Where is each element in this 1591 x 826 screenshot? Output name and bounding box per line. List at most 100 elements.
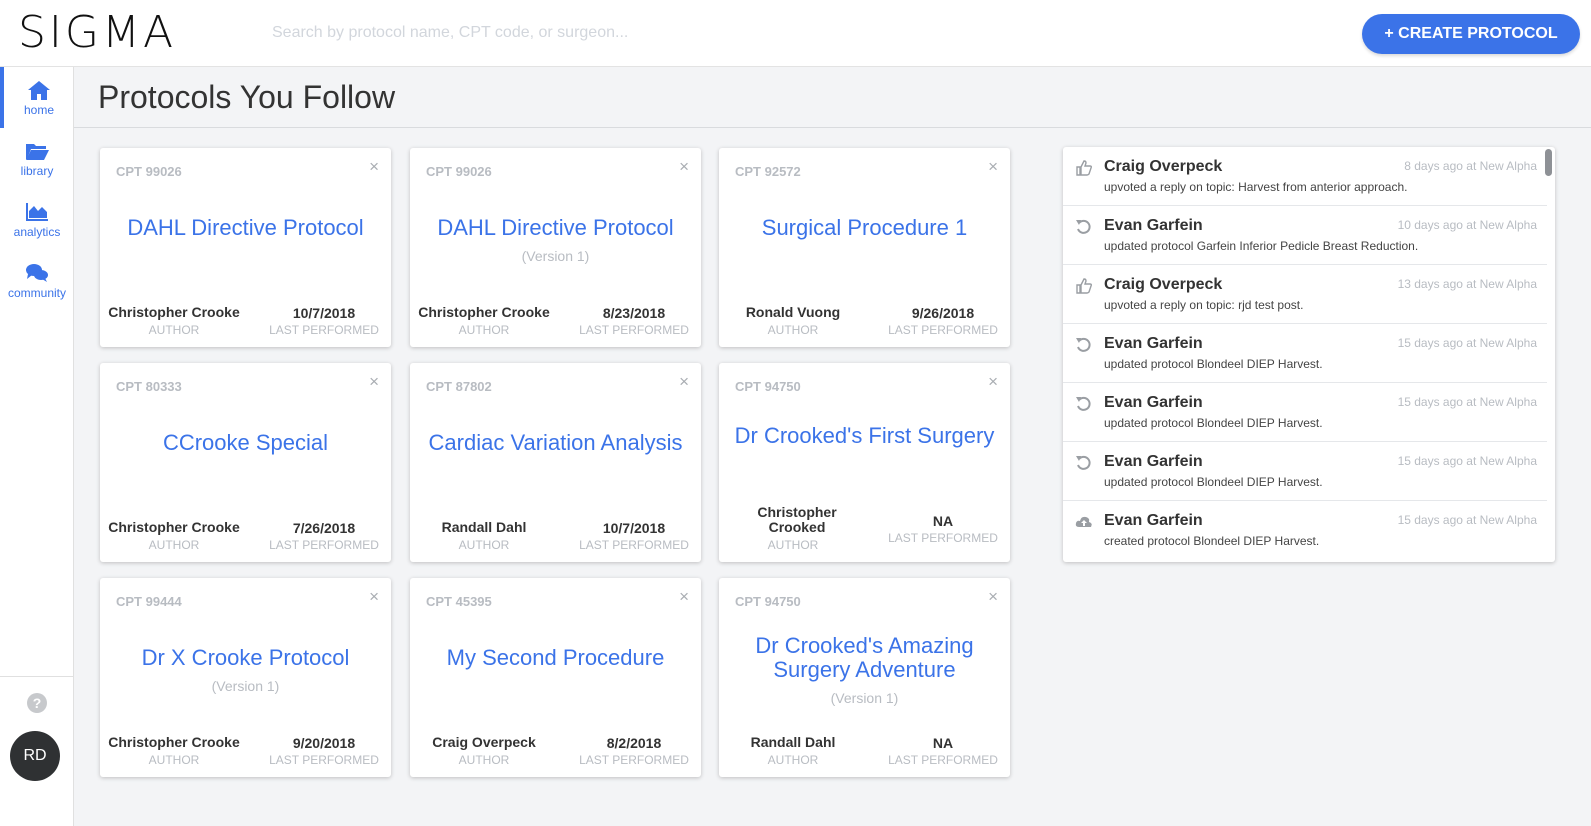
feed-user-name[interactable]: Evan Garfein bbox=[1104, 394, 1203, 412]
feed-user-name[interactable]: Craig Overpeck bbox=[1104, 158, 1222, 176]
home-icon bbox=[28, 81, 50, 100]
close-icon[interactable]: × bbox=[988, 587, 998, 607]
feed-timestamp: 10 days ago at New Alpha bbox=[1397, 218, 1537, 232]
sidebar-item-home[interactable]: home bbox=[0, 67, 74, 128]
protocol-title[interactable]: CCrooke Special bbox=[112, 431, 379, 455]
close-icon[interactable]: × bbox=[369, 587, 379, 607]
avatar[interactable]: RD bbox=[10, 731, 60, 781]
feed-user-name[interactable]: Evan Garfein bbox=[1104, 335, 1203, 353]
feed-timestamp: 13 days ago at New Alpha bbox=[1397, 277, 1537, 291]
area-chart-icon bbox=[26, 203, 48, 221]
sidebar-item-label: community bbox=[7, 286, 66, 300]
protocol-card[interactable]: CPT 99026 × DAHL Directive Protocol Chri… bbox=[100, 148, 391, 347]
feed-description: upvoted a reply on topic: Harvest from a… bbox=[1104, 180, 1408, 194]
protocol-title[interactable]: Surgical Procedure 1 bbox=[731, 216, 998, 240]
author-label: AUTHOR bbox=[458, 753, 510, 767]
protocol-title[interactable]: My Second Procedure bbox=[422, 646, 689, 670]
thumbs-up-icon bbox=[1076, 278, 1093, 294]
author-label: AUTHOR bbox=[148, 538, 200, 552]
protocol-title[interactable]: Dr Crooked's First Surgery bbox=[731, 424, 998, 448]
cpt-code: CPT 45395 bbox=[426, 594, 492, 609]
last-performed-label: LAST PERFORMED bbox=[269, 323, 379, 337]
cpt-code: CPT 99026 bbox=[116, 164, 182, 179]
feed-description: updated protocol Blondeel DIEP Harvest. bbox=[1104, 475, 1323, 489]
sidebar-item-analytics[interactable]: analytics bbox=[0, 189, 74, 247]
protocol-title[interactable]: DAHL Directive Protocol bbox=[422, 216, 689, 240]
sidebar-item-label: library bbox=[20, 164, 54, 178]
feed-item[interactable]: Craig Overpeck upvoted a reply on topic:… bbox=[1063, 265, 1547, 324]
protocol-version: (Version 1) bbox=[211, 678, 280, 694]
feed-description: created protocol Blondeel DIEP Harvest. bbox=[1104, 534, 1320, 548]
feed-item[interactable]: Evan Garfein updated protocol Garfein In… bbox=[1063, 206, 1547, 265]
cpt-code: CPT 99026 bbox=[426, 164, 492, 179]
history-icon bbox=[1076, 455, 1091, 470]
feed-user-name[interactable]: Craig Overpeck bbox=[1104, 276, 1222, 294]
title-bar: Protocols You Follow bbox=[74, 67, 1591, 128]
history-icon bbox=[1076, 337, 1091, 352]
close-icon[interactable]: × bbox=[679, 157, 689, 177]
last-performed-date: NA bbox=[932, 735, 954, 751]
last-performed-date: 10/7/2018 bbox=[602, 520, 666, 536]
close-icon[interactable]: × bbox=[679, 372, 689, 392]
author-label: AUTHOR bbox=[767, 538, 819, 552]
protocol-title[interactable]: DAHL Directive Protocol bbox=[112, 216, 379, 240]
feed-timestamp: 15 days ago at New Alpha bbox=[1397, 336, 1537, 350]
feed-item[interactable]: Evan Garfein created protocol Blondeel D… bbox=[1063, 501, 1547, 560]
feed-scrollbar[interactable] bbox=[1545, 149, 1552, 176]
last-performed-label: LAST PERFORMED bbox=[888, 753, 998, 767]
author-label: AUTHOR bbox=[458, 323, 510, 337]
feed-item[interactable]: Craig Overpeck upvoted a reply on topic:… bbox=[1063, 147, 1547, 206]
feed-user-name[interactable]: Evan Garfein bbox=[1104, 512, 1203, 530]
author-name: Christopher Crooke bbox=[108, 304, 240, 320]
close-icon[interactable]: × bbox=[369, 157, 379, 177]
sigma-logo[interactable]: SIGMA bbox=[18, 10, 176, 56]
last-performed-date: 8/23/2018 bbox=[602, 305, 666, 321]
feed-item[interactable]: Evan Garfein updated protocol Blondeel D… bbox=[1063, 324, 1547, 383]
close-icon[interactable]: × bbox=[988, 372, 998, 392]
feed-timestamp: 15 days ago at New Alpha bbox=[1397, 395, 1537, 409]
protocol-card[interactable]: CPT 99026 × DAHL Directive Protocol (Ver… bbox=[410, 148, 701, 347]
feed-timestamp: 15 days ago at New Alpha bbox=[1397, 454, 1537, 468]
search-input[interactable] bbox=[272, 18, 972, 48]
top-header: SIGMA + CREATE PROTOCOL bbox=[0, 0, 1591, 67]
activity-feed[interactable]: Craig Overpeck upvoted a reply on topic:… bbox=[1063, 147, 1555, 562]
feed-user-name[interactable]: Evan Garfein bbox=[1104, 453, 1203, 471]
protocol-card[interactable]: CPT 92572 × Surgical Procedure 1 Ronald … bbox=[719, 148, 1010, 347]
sidebar-item-library[interactable]: library bbox=[0, 128, 74, 186]
protocol-title[interactable]: Dr X Crooke Protocol bbox=[112, 646, 379, 670]
last-performed-date: 9/20/2018 bbox=[292, 735, 356, 751]
cpt-code: CPT 94750 bbox=[735, 379, 801, 394]
last-performed-label: LAST PERFORMED bbox=[269, 538, 379, 552]
feed-item[interactable]: Evan Garfein updated protocol Blondeel D… bbox=[1063, 383, 1547, 442]
protocol-version: (Version 1) bbox=[521, 248, 590, 264]
protocol-title[interactable]: Dr Crooked's Amazing Surgery Adventure bbox=[749, 634, 980, 682]
protocol-card[interactable]: CPT 94750 × Dr Crooked's First Surgery C… bbox=[719, 363, 1010, 562]
close-icon[interactable]: × bbox=[369, 372, 379, 392]
author-name: Ronald Vuong bbox=[745, 304, 841, 320]
last-performed-date: 8/2/2018 bbox=[606, 735, 662, 751]
author-name: Christopher Crooke bbox=[418, 304, 550, 320]
cpt-code: CPT 87802 bbox=[426, 379, 492, 394]
protocol-card[interactable]: CPT 94750 × Dr Crooked's Amazing Surgery… bbox=[719, 578, 1010, 777]
protocol-card[interactable]: CPT 45395 × My Second Procedure Craig Ov… bbox=[410, 578, 701, 777]
help-icon[interactable]: ? bbox=[27, 693, 47, 713]
protocol-title[interactable]: Cardiac Variation Analysis bbox=[422, 431, 689, 455]
create-protocol-button[interactable]: + CREATE PROTOCOL bbox=[1362, 14, 1580, 54]
last-performed-date: 7/26/2018 bbox=[292, 520, 356, 536]
feed-timestamp: 8 days ago at New Alpha bbox=[1404, 159, 1537, 173]
protocol-card[interactable]: CPT 99444 × Dr X Crooke Protocol (Versio… bbox=[100, 578, 391, 777]
history-icon bbox=[1076, 396, 1091, 411]
close-icon[interactable]: × bbox=[988, 157, 998, 177]
sidebar-item-community[interactable]: community bbox=[0, 250, 74, 308]
feed-item[interactable]: Evan Garfein updated protocol Blondeel D… bbox=[1063, 442, 1547, 501]
protocol-card[interactable]: CPT 80333 × CCrooke Special Christopher … bbox=[100, 363, 391, 562]
close-icon[interactable]: × bbox=[679, 587, 689, 607]
last-performed-label: LAST PERFORMED bbox=[269, 753, 379, 767]
author-label: AUTHOR bbox=[767, 753, 819, 767]
protocol-card[interactable]: CPT 87802 × Cardiac Variation Analysis R… bbox=[410, 363, 701, 562]
feed-user-name[interactable]: Evan Garfein bbox=[1104, 217, 1203, 235]
cpt-code: CPT 94750 bbox=[735, 594, 801, 609]
author-label: AUTHOR bbox=[148, 753, 200, 767]
author-name: Christopher Crooke bbox=[108, 734, 240, 750]
thumbs-up-icon bbox=[1076, 160, 1093, 176]
